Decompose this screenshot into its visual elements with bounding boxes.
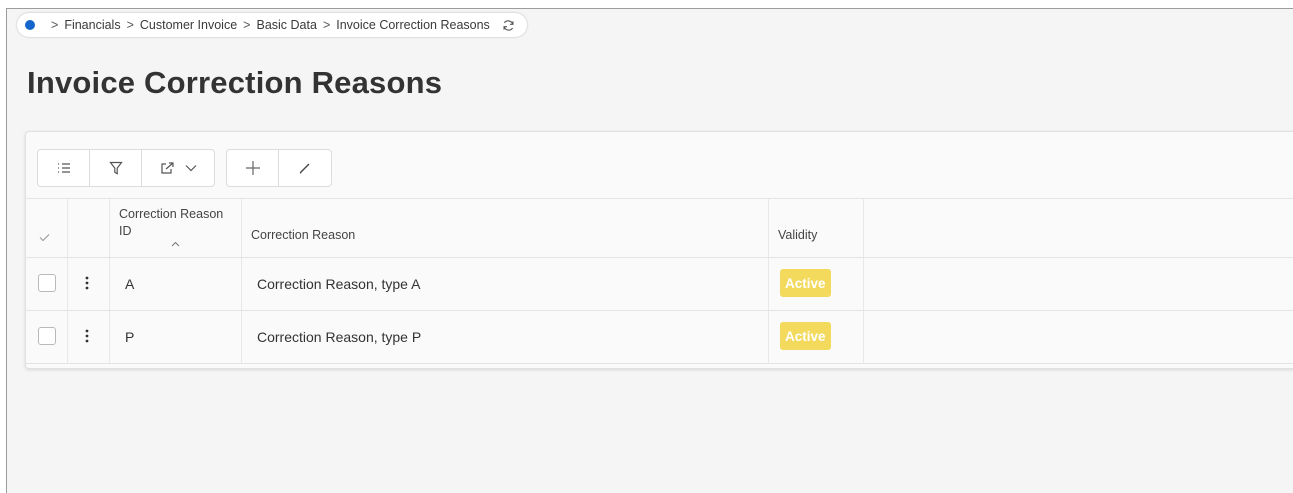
row-menu-cell xyxy=(68,258,110,310)
row-checkbox[interactable] xyxy=(38,327,56,345)
export-button[interactable] xyxy=(142,150,214,186)
cell-reason-value: Correction Reason, type P xyxy=(257,329,422,345)
table-row[interactable]: A Correction Reason, type A Active xyxy=(26,258,1293,311)
row-filler xyxy=(864,258,1293,310)
filter-icon xyxy=(108,161,123,175)
table-header-row: Correction Reason ID Correction Reason V… xyxy=(26,199,1293,258)
kebab-menu-icon[interactable] xyxy=(85,328,89,344)
filter-button[interactable] xyxy=(90,150,142,186)
toolbar-group-edit xyxy=(226,149,332,187)
breadcrumb-item-financials[interactable]: Financials xyxy=(64,18,120,32)
breadcrumb-item-current: Invoice Correction Reasons xyxy=(336,18,490,32)
breadcrumb-item-basic-data[interactable]: Basic Data xyxy=(256,18,316,32)
row-select-cell xyxy=(26,311,68,363)
row-select-cell xyxy=(26,258,68,310)
cell-id: A xyxy=(110,258,242,310)
export-icon xyxy=(160,162,174,174)
edit-button[interactable] xyxy=(279,150,331,186)
chevron-right-icon: > xyxy=(322,18,331,32)
cell-reason: Correction Reason, type A xyxy=(242,258,769,310)
row-menu-header xyxy=(68,199,110,257)
sort-ascending-icon[interactable] xyxy=(171,241,180,247)
breadcrumb-item-customer-invoice[interactable]: Customer Invoice xyxy=(140,18,237,32)
cell-id-value: A xyxy=(125,276,135,292)
column-header-reason-label: Correction Reason xyxy=(251,228,356,242)
kebab-menu-icon[interactable] xyxy=(85,275,89,291)
check-icon xyxy=(39,234,50,242)
breadcrumb: > Financials > Customer Invoice > Basic … xyxy=(17,13,527,37)
column-header-validity[interactable]: Validity xyxy=(769,199,864,257)
data-table: Correction Reason ID Correction Reason V… xyxy=(26,198,1293,364)
column-header-reason[interactable]: Correction Reason xyxy=(242,199,769,257)
select-all-header[interactable] xyxy=(26,199,68,257)
chevron-right-icon: > xyxy=(126,18,134,32)
cell-reason: Correction Reason, type P xyxy=(242,311,769,363)
cell-validity: Active xyxy=(769,258,864,310)
chevron-right-icon: > xyxy=(51,18,59,32)
home-dot-icon[interactable] xyxy=(25,20,35,30)
column-header-validity-label: Validity xyxy=(778,228,818,242)
status-badge: Active xyxy=(780,322,831,350)
cell-reason-value: Correction Reason, type A xyxy=(257,276,421,292)
refresh-icon[interactable] xyxy=(502,19,515,32)
list-icon xyxy=(57,163,70,173)
column-header-id-label: Correction Reason ID xyxy=(119,207,224,238)
pencil-icon xyxy=(299,163,310,174)
list-panel: Correction Reason ID Correction Reason V… xyxy=(25,131,1293,369)
row-filler xyxy=(864,311,1293,363)
chevron-down-icon xyxy=(185,165,196,172)
header-filler xyxy=(864,199,1293,257)
page-title: Invoice Correction Reasons xyxy=(27,65,443,100)
row-checkbox[interactable] xyxy=(38,274,56,292)
add-button[interactable] xyxy=(227,150,279,186)
cell-validity: Active xyxy=(769,311,864,363)
plus-icon xyxy=(245,161,260,175)
table-row[interactable]: P Correction Reason, type P Active xyxy=(26,311,1293,364)
cell-id-value: P xyxy=(125,329,135,345)
app-frame: > Financials > Customer Invoice > Basic … xyxy=(6,8,1293,493)
chevron-right-icon: > xyxy=(243,18,251,32)
column-chooser-button[interactable] xyxy=(38,150,90,186)
toolbar-group-view xyxy=(37,149,215,187)
column-header-id[interactable]: Correction Reason ID xyxy=(110,199,242,257)
row-menu-cell xyxy=(68,311,110,363)
status-badge: Active xyxy=(780,269,831,297)
toolbar xyxy=(37,149,332,187)
cell-id: P xyxy=(110,311,242,363)
